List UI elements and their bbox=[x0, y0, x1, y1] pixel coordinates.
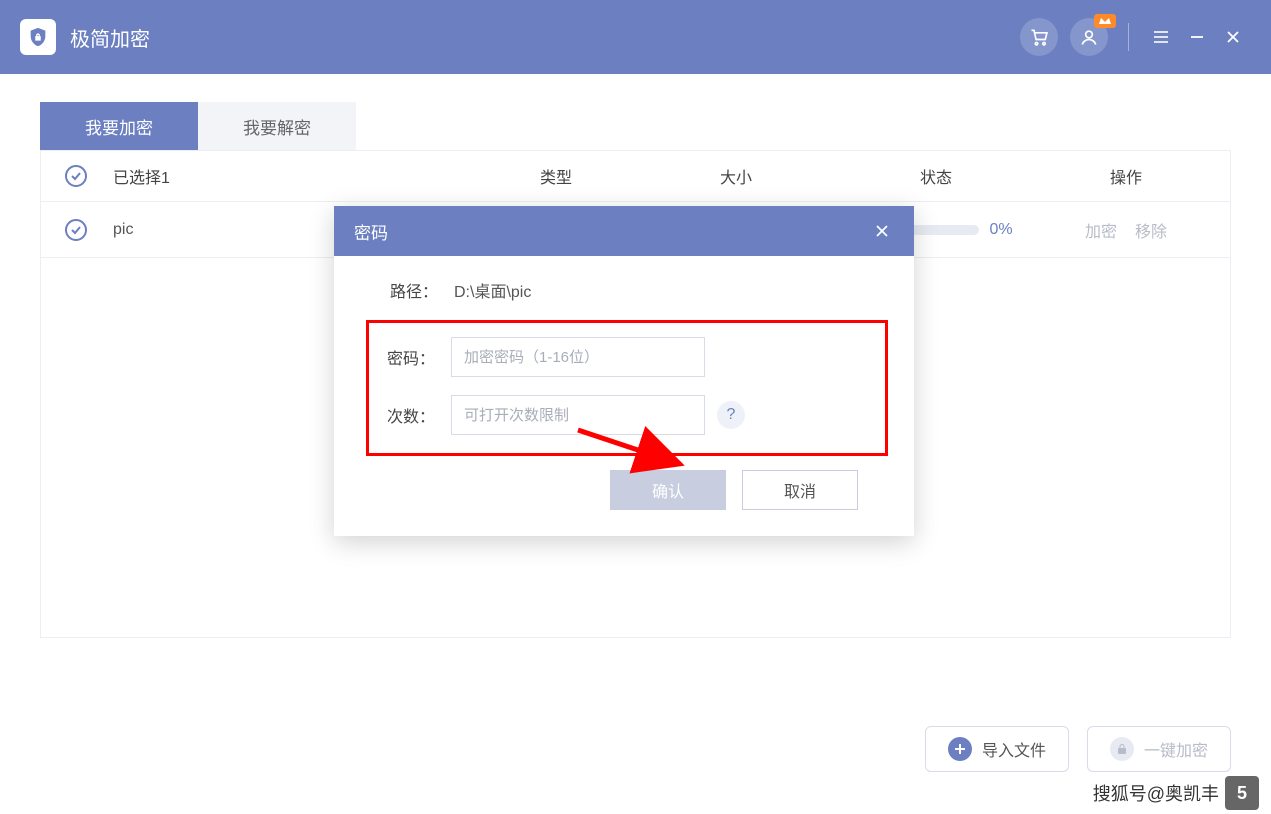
encrypt-all-button[interactable]: 一键加密 bbox=[1087, 726, 1231, 772]
dialog-footer: 确认 取消 bbox=[390, 470, 864, 510]
table-header: 已选择1 类型 大小 状态 操作 bbox=[40, 150, 1231, 202]
count-label: 次数： bbox=[387, 403, 451, 427]
user-icon[interactable] bbox=[1070, 18, 1108, 56]
header-type: 类型 bbox=[466, 164, 646, 188]
bottom-bar: 导入文件 一键加密 bbox=[925, 726, 1231, 772]
separator bbox=[1128, 23, 1129, 51]
row-checkbox[interactable] bbox=[65, 219, 87, 241]
count-row: 次数： ? bbox=[387, 395, 867, 435]
row-remove-link[interactable]: 移除 bbox=[1135, 224, 1167, 241]
cancel-button[interactable]: 取消 bbox=[742, 470, 858, 510]
password-dialog: 密码 路径： D:\桌面\pic 密码： 次数： ? 确认 取消 bbox=[334, 206, 914, 536]
password-input[interactable] bbox=[451, 337, 705, 377]
path-label: 路径： bbox=[390, 278, 454, 302]
select-all-checkbox[interactable] bbox=[65, 165, 87, 187]
menu-icon[interactable] bbox=[1147, 23, 1175, 51]
title-bar: 极简加密 bbox=[0, 0, 1271, 74]
highlight-annotation: 密码： 次数： ? bbox=[366, 320, 888, 456]
path-value: D:\桌面\pic bbox=[454, 278, 864, 302]
password-label: 密码： bbox=[387, 345, 451, 369]
vip-badge-icon bbox=[1094, 14, 1116, 28]
watermark-logo-icon: 5 bbox=[1225, 776, 1259, 810]
watermark: 搜狐号@奥凯丰 5 bbox=[1093, 776, 1259, 810]
close-icon[interactable] bbox=[1219, 23, 1247, 51]
app-title: 极简加密 bbox=[70, 23, 150, 52]
tabs: 我要加密 我要解密 bbox=[40, 102, 1231, 150]
check-icon bbox=[70, 224, 82, 236]
path-row: 路径： D:\桌面\pic bbox=[390, 278, 864, 302]
tab-decrypt[interactable]: 我要解密 bbox=[198, 102, 356, 150]
plus-icon bbox=[948, 737, 972, 761]
lock-icon bbox=[1110, 737, 1134, 761]
encrypt-all-label: 一键加密 bbox=[1144, 737, 1208, 761]
row-encrypt-link[interactable]: 加密 bbox=[1085, 224, 1117, 241]
check-icon bbox=[70, 170, 82, 182]
dialog-title: 密码 bbox=[354, 219, 388, 244]
count-input[interactable] bbox=[451, 395, 705, 435]
watermark-text: 搜狐号@奥凯丰 bbox=[1093, 780, 1219, 806]
import-button[interactable]: 导入文件 bbox=[925, 726, 1069, 772]
header-size: 大小 bbox=[646, 164, 826, 188]
header-status: 状态 bbox=[826, 164, 1046, 188]
confirm-button[interactable]: 确认 bbox=[610, 470, 726, 510]
row-ops: 加密 移除 bbox=[1046, 218, 1206, 242]
password-row: 密码： bbox=[387, 337, 867, 377]
app-logo bbox=[20, 19, 56, 55]
dialog-header: 密码 bbox=[334, 206, 914, 256]
header-ops: 操作 bbox=[1046, 164, 1206, 188]
import-label: 导入文件 bbox=[982, 737, 1046, 761]
progress-percent: 0% bbox=[989, 221, 1012, 239]
header-selected: 已选择1 bbox=[113, 164, 466, 188]
minimize-icon[interactable] bbox=[1183, 23, 1211, 51]
help-icon[interactable]: ? bbox=[717, 401, 745, 429]
cart-icon[interactable] bbox=[1020, 18, 1058, 56]
tab-encrypt[interactable]: 我要加密 bbox=[40, 102, 198, 150]
shield-lock-icon bbox=[27, 26, 49, 48]
dialog-close-icon[interactable] bbox=[870, 219, 894, 243]
